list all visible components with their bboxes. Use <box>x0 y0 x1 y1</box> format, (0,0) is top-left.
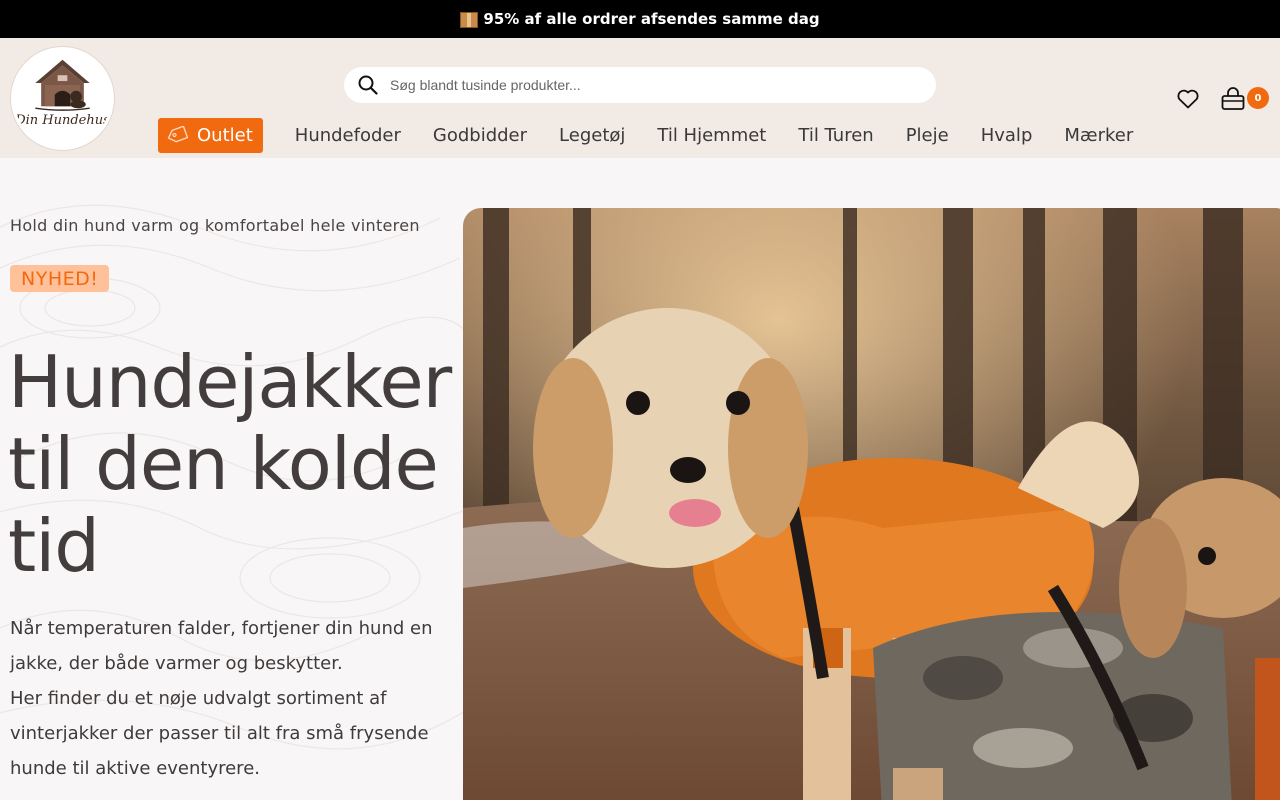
nav-item-outlet[interactable]: Outlet <box>158 117 263 153</box>
hero-section: Hold din hund varm og komfortabel hele v… <box>0 158 1280 800</box>
hero-description: Når temperaturen falder, fortjener din h… <box>10 611 450 786</box>
search-icon[interactable] <box>358 75 378 95</box>
nav-item-til-turen[interactable]: Til Turen <box>798 125 873 146</box>
doghouse-logo-icon <box>14 50 111 147</box>
logo-text: Din Hundehus <box>15 113 110 128</box>
dog-jacket-photo <box>463 208 1280 800</box>
hero-description-line1: Når temperaturen falder, fortjener din h… <box>10 618 433 674</box>
nav-outlet-label: Outlet <box>197 124 253 146</box>
nav-item-legetoej[interactable]: Legetøj <box>559 125 625 146</box>
nav-item-til-hjemmet[interactable]: Til Hjemmet <box>657 125 766 146</box>
site-header: Din Hundehus 0 Outlet Hundefoder Godbidd… <box>0 38 1280 158</box>
search-bar[interactable] <box>344 67 936 103</box>
hero-image[interactable] <box>463 208 1280 800</box>
announcement-text: 95% af alle ordrer afsendes samme dag <box>483 10 820 28</box>
nav-item-maerker[interactable]: Mærker <box>1064 125 1133 146</box>
nav-item-godbidder[interactable]: Godbidder <box>433 125 527 146</box>
announcement-bar: 95% af alle ordrer afsendes samme dag <box>0 0 1280 38</box>
tag-icon <box>167 126 188 143</box>
hero-headline: Hundejakker til den kolde tid <box>8 340 452 588</box>
nav-item-pleje[interactable]: Pleje <box>906 125 949 146</box>
site-logo[interactable]: Din Hundehus <box>11 47 114 150</box>
nav-item-hvalp[interactable]: Hvalp <box>981 125 1033 146</box>
new-badge: NYHED! <box>10 265 110 292</box>
cart-count-badge: 0 <box>1247 87 1269 109</box>
hero-tagline: Hold din hund varm og komfortabel hele v… <box>10 216 420 235</box>
hero-description-line2: Her finder du et nøje udvalgt sortiment … <box>10 688 429 779</box>
main-nav: Outlet Hundefoder Godbidder Legetøj Til … <box>158 117 1165 153</box>
package-icon <box>460 12 479 28</box>
basket-icon[interactable] <box>1220 86 1246 112</box>
search-input[interactable] <box>390 77 910 93</box>
heart-icon[interactable] <box>1176 87 1200 111</box>
nav-item-hundefoder[interactable]: Hundefoder <box>295 125 401 146</box>
